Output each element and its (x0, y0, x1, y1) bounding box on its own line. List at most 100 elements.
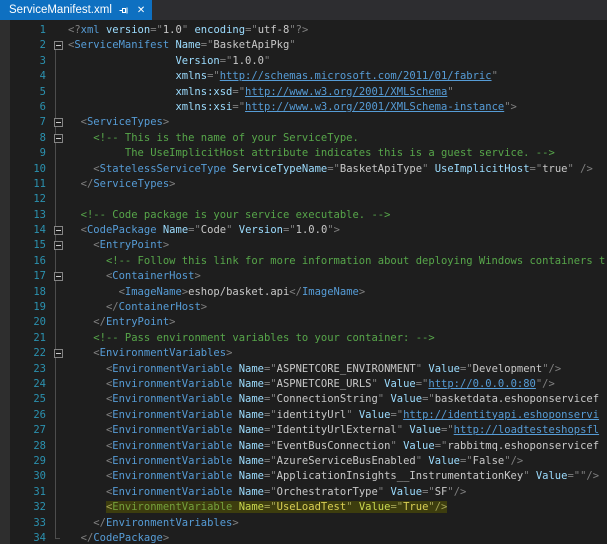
fold-margin (50, 408, 68, 423)
fold-margin (50, 454, 68, 469)
tab-bar: ServiceManifest.xml ✕ (0, 0, 607, 20)
line-number: 2 (10, 38, 50, 53)
fold-margin (50, 208, 68, 223)
line-number: 16 (10, 254, 50, 269)
code-line[interactable]: 25 <EnvironmentVariable Name="Connection… (0, 392, 607, 407)
code-line[interactable]: 28 <EnvironmentVariable Name="EventBusCo… (0, 439, 607, 454)
fold-margin (50, 100, 68, 115)
code-line[interactable]: 34 </CodePackage> (0, 531, 607, 544)
code-text: <EnvironmentVariable Name="ASPNETCORE_EN… (68, 362, 607, 377)
code-line[interactable]: 13 <!-- Code package is your service exe… (0, 208, 607, 223)
line-number: 23 (10, 362, 50, 377)
fold-margin (50, 223, 68, 238)
fold-toggle-icon[interactable] (54, 226, 63, 235)
fold-toggle-icon[interactable] (54, 241, 63, 250)
code-text: <ServiceManifest Name="BasketApiPkg" (68, 38, 607, 53)
fold-margin (50, 146, 68, 161)
fold-margin (50, 439, 68, 454)
code-text: <!-- Pass environment variables to your … (68, 331, 607, 346)
code-line[interactable]: 30 <EnvironmentVariable Name="Applicatio… (0, 469, 607, 484)
code-line[interactable]: 12 (0, 192, 607, 207)
line-number: 22 (10, 346, 50, 361)
code-line[interactable]: 5 xmlns:xsd="http://www.w3.org/2001/XMLS… (0, 85, 607, 100)
line-number: 3 (10, 54, 50, 69)
fold-toggle-icon[interactable] (54, 134, 63, 143)
line-number: 19 (10, 300, 50, 315)
code-line[interactable]: 11 </ServiceTypes> (0, 177, 607, 192)
code-line[interactable]: 1<?xml version="1.0" encoding="utf-8"?> (0, 23, 607, 38)
line-number: 29 (10, 454, 50, 469)
fold-margin (50, 331, 68, 346)
code-text: The UseImplicitHost attribute indicates … (68, 146, 607, 161)
line-number: 31 (10, 485, 50, 500)
line-number: 10 (10, 162, 50, 177)
code-text: <EntryPoint> (68, 238, 607, 253)
code-line[interactable]: 26 <EnvironmentVariable Name="identityUr… (0, 408, 607, 423)
code-text: <EnvironmentVariable Name="ConnectionStr… (68, 392, 607, 407)
code-line[interactable]: 20 </EntryPoint> (0, 315, 607, 330)
code-line[interactable]: 16 <!-- Follow this link for more inform… (0, 254, 607, 269)
code-line[interactable]: 33 </EnvironmentVariables> (0, 516, 607, 531)
code-text: <EnvironmentVariable Name="OrchestratorT… (68, 485, 607, 500)
code-text: </EntryPoint> (68, 315, 607, 330)
line-number: 20 (10, 315, 50, 330)
code-text (68, 192, 607, 207)
code-editor[interactable]: 1<?xml version="1.0" encoding="utf-8"?>2… (0, 20, 607, 544)
tab-servicemanifest[interactable]: ServiceManifest.xml ✕ (0, 0, 152, 20)
pin-icon[interactable] (119, 5, 130, 16)
code-line[interactable]: 8 <!-- This is the name of your ServiceT… (0, 131, 607, 146)
line-number: 5 (10, 85, 50, 100)
code-text: <!-- Code package is your service execut… (68, 208, 607, 223)
line-number: 33 (10, 516, 50, 531)
code-line[interactable]: 9 The UseImplicitHost attribute indicate… (0, 146, 607, 161)
code-line[interactable]: 22 <EnvironmentVariables> (0, 346, 607, 361)
code-line[interactable]: 21 <!-- Pass environment variables to yo… (0, 331, 607, 346)
code-line[interactable]: 2 <ServiceManifest Name="BasketApiPkg" (0, 38, 607, 53)
code-line[interactable]: 18 <ImageName>eshop/basket.api</ImageNam… (0, 285, 607, 300)
code-text: </EnvironmentVariables> (68, 516, 607, 531)
line-number: 26 (10, 408, 50, 423)
code-text: <EnvironmentVariable Name="UseLoadTest" … (68, 500, 607, 515)
code-line[interactable]: 10 <StatelessServiceType ServiceTypeName… (0, 162, 607, 177)
line-number: 34 (10, 531, 50, 544)
fold-toggle-icon[interactable] (54, 118, 63, 127)
code-line[interactable]: 19 </ContainerHost> (0, 300, 607, 315)
fold-toggle-icon[interactable] (54, 272, 63, 281)
fold-margin (50, 285, 68, 300)
code-line[interactable]: 29 <EnvironmentVariable Name="AzureServi… (0, 454, 607, 469)
code-line[interactable]: 7 <ServiceTypes> (0, 115, 607, 130)
code-line[interactable]: 17 <ContainerHost> (0, 269, 607, 284)
code-line[interactable]: 4 xmlns="http://schemas.microsoft.com/20… (0, 69, 607, 84)
code-line[interactable]: 31 <EnvironmentVariable Name="Orchestrat… (0, 485, 607, 500)
line-number: 15 (10, 238, 50, 253)
line-number: 14 (10, 223, 50, 238)
fold-margin (50, 115, 68, 130)
line-number: 24 (10, 377, 50, 392)
line-number: 21 (10, 331, 50, 346)
code-line[interactable]: 23 <EnvironmentVariable Name="ASPNETCORE… (0, 362, 607, 377)
fold-margin (50, 377, 68, 392)
line-number: 6 (10, 100, 50, 115)
line-number: 8 (10, 131, 50, 146)
close-icon[interactable]: ✕ (137, 6, 145, 16)
code-line[interactable]: 27 <EnvironmentVariable Name="IdentityUr… (0, 423, 607, 438)
line-number: 25 (10, 392, 50, 407)
code-line[interactable]: 14 <CodePackage Name="Code" Version="1.0… (0, 223, 607, 238)
code-text: xmlns:xsi="http://www.w3.org/2001/XMLSch… (68, 100, 607, 115)
code-line[interactable]: 15 <EntryPoint> (0, 238, 607, 253)
fold-margin (50, 38, 68, 53)
code-text: <ImageName>eshop/basket.api</ImageName> (68, 285, 607, 300)
code-line[interactable]: 24 <EnvironmentVariable Name="ASPNETCORE… (0, 377, 607, 392)
fold-toggle-icon[interactable] (54, 41, 63, 50)
code-text: <EnvironmentVariables> (68, 346, 607, 361)
fold-margin (50, 54, 68, 69)
line-number: 17 (10, 269, 50, 284)
code-text: <!-- This is the name of your ServiceTyp… (68, 131, 607, 146)
fold-margin (50, 362, 68, 377)
code-line[interactable]: 6 xmlns:xsi="http://www.w3.org/2001/XMLS… (0, 100, 607, 115)
fold-toggle-icon[interactable] (54, 349, 63, 358)
fold-margin (50, 192, 68, 207)
line-number: 12 (10, 192, 50, 207)
code-line[interactable]: 3 Version="1.0.0" (0, 54, 607, 69)
code-line[interactable]: 32 <EnvironmentVariable Name="UseLoadTes… (0, 500, 607, 515)
